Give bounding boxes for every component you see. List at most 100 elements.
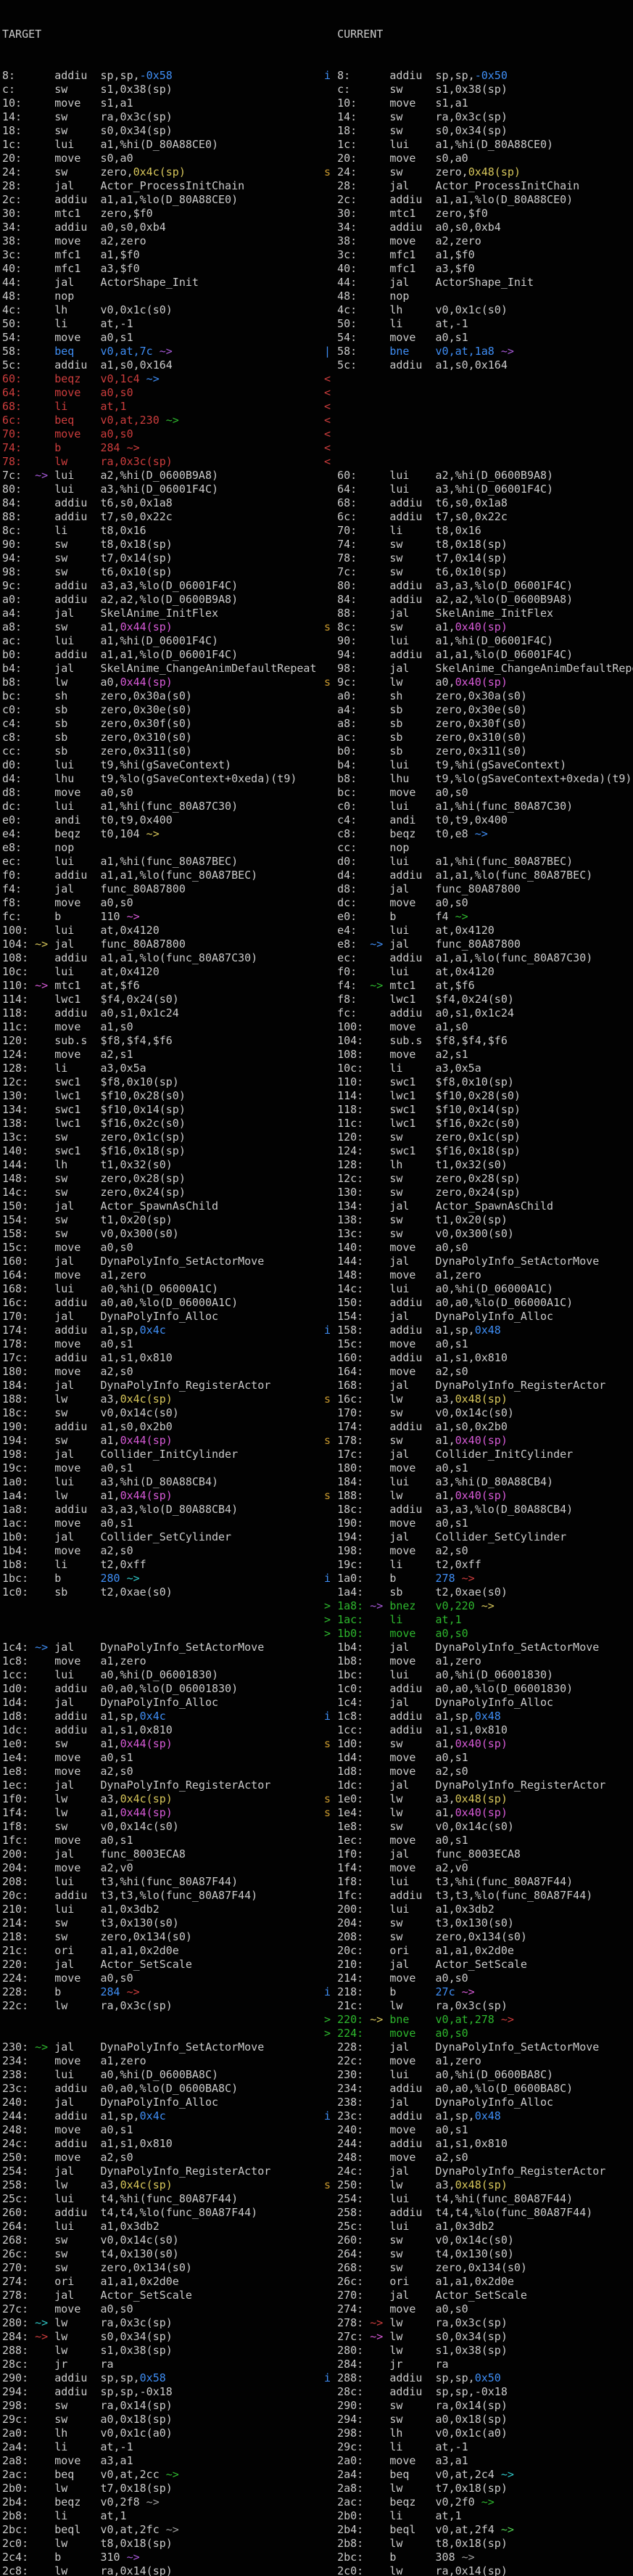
diff-line-target: 200: jal func_8003ECA8 [0,1847,324,1861]
diff-row: 1d8: addiu a1,sp,0x4ci 1c8: addiu a1,sp,… [0,1710,633,1723]
diff-row: 108: addiu a1,a1,%lo(func_80A87C30) ec: … [0,951,633,965]
diff-line-target: 2a0: lh v0,0x1c(a0) [0,2427,324,2440]
instruction-args: v0,0x1c(a0) [436,2427,508,2440]
instruction-mnemonic: lw [389,2330,435,2343]
diff-row: 1a8: addiu a3,a3,%lo(D_80A88CB4) 18c: ad… [0,1503,633,1517]
instruction-args: ~> [120,1985,140,1998]
branch-arrow: ~> [35,2316,54,2329]
diff-marker: s [324,676,337,689]
instruction-mnemonic: sb [54,717,100,730]
instruction-address: fc: [337,1006,370,1020]
instruction-args: a1,zero [436,1654,481,1668]
diff-line-target: 100: lui at,0x4120 [0,924,324,938]
diff-marker [324,248,337,261]
instruction-address: 124: [337,1144,370,1157]
instruction-address: 168: [337,1379,370,1392]
instruction-args: at,$f6 [436,979,475,992]
arrow-slot [35,2068,54,2081]
instruction-address: a8: [2,620,35,633]
diff-line-current: 268: sw zero,0x134(s0) [324,2261,633,2275]
instruction-args: v0,at,2f4 [436,2523,495,2536]
diff-line-target: 198: jal Collider_InitCylinder [0,1448,324,1461]
arrow-slot [35,620,54,633]
instruction-args: ~> [495,345,514,358]
instruction-args: $f16,0x2c(s0) [100,1117,185,1130]
instruction-mnemonic: nop [54,290,100,303]
instruction-address: 18: [2,124,35,137]
arrow-slot [35,1654,54,1668]
instruction-args: a0,s0 [436,1241,468,1254]
diff-line-current: 22c: move a1,zero [324,2054,633,2068]
instruction-mnemonic: addiu [389,593,435,606]
instruction-address: 74: [2,441,35,454]
diff-row: > 1ac: li at,1 [0,1613,633,1627]
diff-line-current: 19c: li t2,0xff [324,1558,633,1572]
diff-line-current: 11c: lwc1 $f16,0x2c(s0) [324,1117,633,1131]
arrow-slot [35,2082,54,2095]
arrow-slot [35,1737,54,1750]
diff-line-target: 128: li a3,0x5a [0,1062,324,1075]
instruction-args: SkelAnime_ChangeAnimDefaultRepeat [436,662,633,675]
diff-row: a0: addiu a2,a2,%lo(D_0600B9A8) 84: addi… [0,593,633,607]
instruction-mnemonic: sw [389,565,435,578]
instruction-mnemonic: move [54,2123,100,2136]
diff-line-target: 50: li at,-1 [0,317,324,331]
arrow-slot [370,290,389,303]
instruction-args: ~> [468,827,488,840]
arrow-slot [370,2054,389,2067]
instruction-address: 104: [2,938,35,951]
instruction-mnemonic: sw [54,551,100,565]
instruction-args: ~> [475,1599,495,1612]
instruction-address: 1ec: [2,1779,35,1792]
arrow-slot [35,1255,54,1268]
instruction-address: 138: [2,1117,35,1130]
diff-line-current: f8: lwc1 $f4,0x24(s0) [324,993,633,1006]
diff-row: 124: move a2,s1 108: move a2,s1 [0,1048,633,1062]
instruction-args: t0,t9,0x400 [436,813,508,826]
diff-row: 188: lw a3,0x4c(sp)s 16c: lw a3,0x48(sp) [0,1392,633,1406]
instruction-mnemonic: lw [54,2344,100,2357]
instruction-args: a1, [436,1806,455,1819]
instruction-args: zero,0x30f(s0) [436,717,527,730]
instruction-mnemonic: move [54,386,100,399]
diff-line-current: 25c: lui a1,0x3db2 [324,2220,633,2234]
instruction-mnemonic: lui [389,1875,435,1888]
instruction-args: a0,s1 [436,1751,468,1764]
instruction-address: 94: [337,648,370,661]
instruction-mnemonic: li [54,400,100,413]
diff-line-current: 78: sw t7,0x14(sp) [324,551,633,565]
diff-row: bc: sh zero,0x30a(s0) a0: sh zero,0x30a(… [0,689,633,703]
instruction-args: a3,0x5a [436,1062,481,1075]
instruction-address: 204: [2,1861,35,1874]
instruction-address: 48: [337,290,370,303]
instruction-mnemonic: lw [54,2482,100,2495]
instruction-args: 0x44(sp) [120,676,173,689]
instruction-args: a2,v0 [436,1861,468,1874]
arrow-slot [35,2096,54,2109]
instruction-args: a3,a3,%lo(D_06001F4C) [100,579,238,592]
arrow-slot [35,2234,54,2247]
instruction-address: 1cc: [337,1723,370,1736]
instruction-args: v0,at,2fc [100,2523,159,2536]
arrow-slot [370,193,389,206]
instruction-args: ra,0x3c(sp) [100,2316,172,2329]
asm-diff-terminal: TARGET CURRENT 8: addiu sp,sp,-0x58i 8: … [0,0,633,2576]
diff-marker [324,703,337,716]
branch-arrow: ~> [370,2316,389,2329]
diff-marker [324,290,337,303]
diff-line-target: 124: move a2,s1 [0,1048,324,1062]
diff-marker [324,1103,337,1116]
diff-row: 2b0: lw t7,0x18(sp) 2a8: lw t7,0x18(sp) [0,2482,633,2495]
instruction-args: -0x50 [475,69,508,82]
diff-line-current: 2c0: lw ra,0x14(sp) [324,2564,633,2576]
instruction-address: 240: [337,2123,370,2136]
instruction-mnemonic: move [389,2302,435,2315]
current-label: CURRENT [337,28,383,41]
instruction-mnemonic: move [389,1834,435,1847]
instruction-address: 174: [337,1420,370,1433]
instruction-mnemonic: addiu [54,1723,100,1736]
arrow-slot [370,1613,389,1626]
arrow-slot [370,2234,389,2247]
arrow-slot [35,565,54,578]
diff-row: 1f8: sw v0,0x14c(s0) 1e8: sw v0,0x14c(s0… [0,1820,633,1834]
